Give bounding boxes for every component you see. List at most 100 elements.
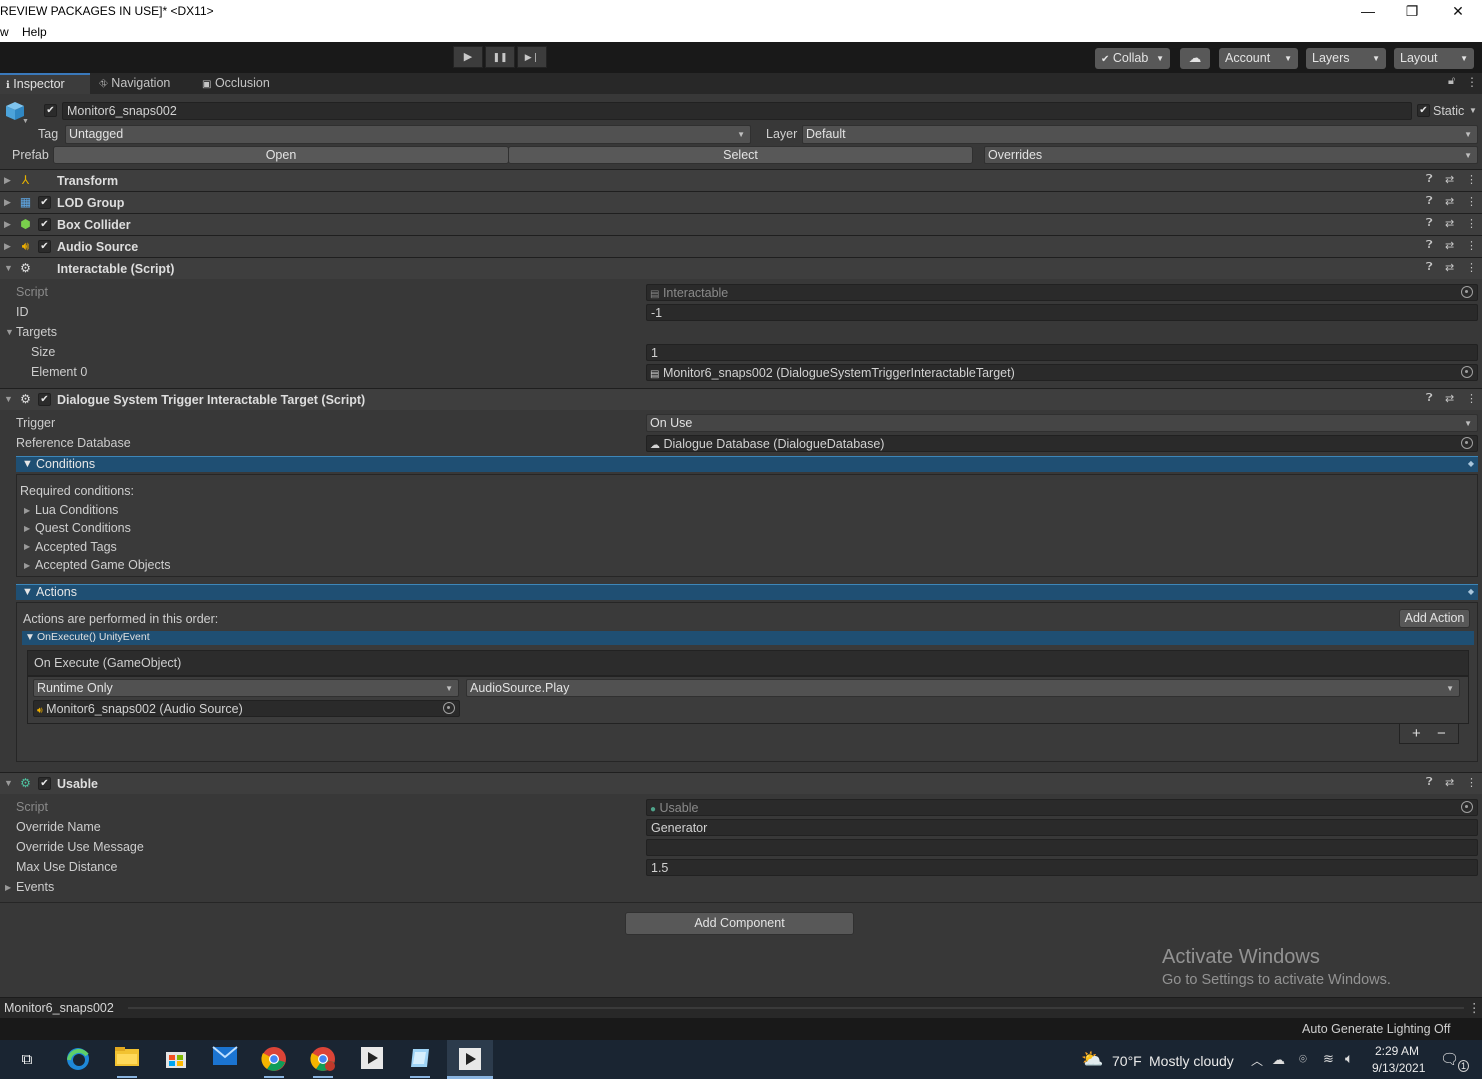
prefab-open-button[interactable]: Open	[53, 146, 509, 164]
collab-dropdown[interactable]: ✔ Collab ▼	[1095, 48, 1170, 69]
more-icon[interactable]: ⋮	[1466, 217, 1477, 230]
add-item-button[interactable]: +	[1412, 725, 1421, 742]
chevron-down-icon[interactable]: ▼	[1469, 106, 1477, 115]
more-icon[interactable]: ⋮	[1466, 239, 1477, 252]
more-icon[interactable]: ⋮	[1466, 75, 1478, 89]
tag-dropdown[interactable]: Untagged ▼	[65, 125, 751, 144]
weather-cloud-sun-icon[interactable]: ⛅	[1081, 1049, 1103, 1070]
add-action-button[interactable]: Add Action	[1399, 609, 1470, 628]
menu-item-help[interactable]: Help	[22, 25, 47, 39]
more-icon[interactable]: ⋮	[1466, 195, 1477, 208]
edge-browser-icon[interactable]	[64, 1046, 92, 1074]
accepted-game-objects-item[interactable]: Accepted Game Objects	[35, 558, 170, 572]
expand-arrow-icon[interactable]: ▶	[4, 219, 11, 230]
conditions-foldout[interactable]: ▼ Conditions ◆	[16, 456, 1478, 472]
menu-item-window[interactable]: w	[0, 25, 9, 39]
lighting-status[interactable]: Auto Generate Lighting Off	[1302, 1022, 1450, 1036]
wifi-icon[interactable]: ≋	[1323, 1051, 1334, 1067]
component-header-usable[interactable]: ▼ ⚙ ✔ Usable ❓︎ ⇄ ⋮	[0, 772, 1482, 794]
presets-icon[interactable]: ⇄	[1445, 217, 1454, 230]
icon-dropdown-icon[interactable]: ▼	[22, 118, 29, 125]
pause-button[interactable]: ❚❚	[485, 46, 515, 68]
collapse-arrow-icon[interactable]: ▼	[4, 263, 13, 273]
override-name-field[interactable]: Generator	[646, 819, 1478, 836]
mail-icon[interactable]	[211, 1046, 239, 1074]
notification-icon[interactable]: 🗨︎	[1440, 1050, 1459, 1068]
quest-conditions-item[interactable]: Quest Conditions	[35, 521, 131, 535]
play-button[interactable]: ▶	[453, 46, 483, 68]
help-icon[interactable]: ❓︎	[1426, 776, 1433, 789]
override-use-message-field[interactable]	[646, 839, 1478, 856]
collapse-arrow-icon[interactable]: ▼	[5, 327, 14, 337]
file-explorer-icon[interactable]	[113, 1046, 141, 1074]
more-icon[interactable]: ⋮	[1468, 1000, 1481, 1015]
clock-date[interactable]: 9/13/2021	[1372, 1061, 1425, 1075]
component-header-box-collider[interactable]: ▶ ⬢ ✔ Box Collider ❓︎ ⇄ ⋮	[0, 213, 1482, 235]
reference-database-field[interactable]: ☁ Dialogue Database (DialogueDatabase)	[646, 435, 1478, 452]
runtime-mode-dropdown[interactable]: Runtime Only ▼	[33, 679, 459, 697]
prefab-select-button[interactable]: Select	[508, 146, 973, 164]
account-dropdown[interactable]: Account ▼	[1219, 48, 1298, 69]
prefab-overrides-dropdown[interactable]: Overrides ▼	[984, 146, 1478, 164]
presets-icon[interactable]: ⇄	[1445, 239, 1454, 252]
component-header-audio-source[interactable]: ▶ 🔊︎ ✔ Audio Source ❓︎ ⇄ ⋮	[0, 235, 1482, 257]
weather-desc[interactable]: Mostly cloudy	[1149, 1053, 1234, 1069]
tab-occlusion[interactable]: ▣ Occlusion	[196, 73, 296, 94]
collapse-arrow-icon[interactable]: ▼	[4, 778, 13, 788]
object-name-field[interactable]: Monitor6_snaps002	[62, 102, 1412, 120]
usable-enabled-checkbox[interactable]: ✔	[38, 777, 51, 790]
dialogue-enabled-checkbox[interactable]: ✔	[38, 393, 51, 406]
presets-icon[interactable]: ⇄	[1445, 195, 1454, 208]
expand-arrow-icon[interactable]: ▶	[5, 883, 11, 892]
onexecute-foldout[interactable]: ▼ OnExecute() UnityEvent	[22, 631, 1474, 645]
add-component-button[interactable]: Add Component	[625, 912, 854, 935]
task-view-icon[interactable]: ⧉	[13, 1046, 41, 1074]
help-icon[interactable]: ❓︎	[1426, 239, 1433, 252]
actions-foldout[interactable]: ▼ Actions ◆	[16, 584, 1478, 600]
lua-conditions-item[interactable]: Lua Conditions	[35, 503, 118, 517]
cloud-button[interactable]: ☁	[1180, 48, 1210, 69]
help-icon[interactable]: ❓︎	[1426, 261, 1433, 274]
resize-handle[interactable]	[128, 1007, 1464, 1009]
box-collider-enabled-checkbox[interactable]: ✔	[38, 218, 51, 231]
object-picker-icon[interactable]	[1461, 437, 1473, 449]
more-icon[interactable]: ⋮	[1466, 173, 1477, 186]
expand-arrow-icon[interactable]: ▶	[24, 524, 30, 533]
size-field[interactable]: 1	[646, 344, 1478, 361]
remove-item-button[interactable]: −	[1437, 725, 1446, 742]
cloud-sync-icon[interactable]: ☁	[1272, 1052, 1285, 1068]
expand-arrow-icon[interactable]: ▶	[4, 175, 11, 186]
layout-dropdown[interactable]: Layout ▼	[1394, 48, 1474, 69]
close-button[interactable]: ✕	[1435, 0, 1481, 23]
component-header-lod-group[interactable]: ▶ ▦ ✔ LOD Group ❓︎ ⇄ ⋮	[0, 191, 1482, 213]
camera-icon[interactable]: ⌾	[1299, 1051, 1307, 1067]
collapse-arrow-icon[interactable]: ▼	[4, 394, 13, 404]
component-header-transform[interactable]: ▶ ⅄ Transform ❓︎ ⇄ ⋮	[0, 169, 1482, 191]
volume-icon[interactable]: 🔈︎	[1345, 1050, 1353, 1067]
clock-time[interactable]: 2:29 AM	[1375, 1044, 1419, 1058]
maximize-button[interactable]: ❐	[1389, 0, 1435, 23]
trigger-dropdown[interactable]: On Use ▼	[646, 414, 1478, 432]
unity-hub-icon[interactable]	[358, 1046, 386, 1074]
component-header-interactable[interactable]: ▼ ⚙ Interactable (Script) ❓︎ ⇄ ⋮	[0, 257, 1482, 279]
chrome-profile-icon[interactable]	[309, 1046, 337, 1074]
minimize-button[interactable]: —	[1345, 0, 1391, 23]
event-target-field[interactable]: 🔊︎ Monitor6_snaps002 (Audio Source)	[33, 700, 460, 717]
step-button[interactable]: ▶❘	[517, 46, 547, 68]
presets-icon[interactable]: ⇄	[1445, 776, 1454, 789]
chrome-icon[interactable]	[260, 1046, 288, 1074]
weather-temp[interactable]: 70°F	[1112, 1053, 1142, 1069]
more-icon[interactable]: ⋮	[1466, 776, 1477, 789]
store-icon[interactable]	[162, 1046, 190, 1074]
lock-icon[interactable]: 🔓︎	[1448, 75, 1455, 88]
static-checkbox[interactable]: ✔	[1417, 104, 1430, 117]
help-icon[interactable]: ❓︎	[1426, 173, 1433, 186]
tab-navigation[interactable]: ⛗ Navigation	[93, 73, 193, 94]
layer-dropdown[interactable]: Default ▼	[802, 125, 1478, 144]
more-icon[interactable]: ⋮	[1466, 261, 1477, 274]
presets-icon[interactable]: ⇄	[1445, 173, 1454, 186]
targets-label[interactable]: Targets	[16, 325, 57, 339]
component-header-dialogue-trigger[interactable]: ▼ ⚙ ✔ Dialogue System Trigger Interactab…	[0, 388, 1482, 410]
events-label[interactable]: Events	[16, 880, 54, 894]
app-icon[interactable]	[406, 1046, 434, 1074]
